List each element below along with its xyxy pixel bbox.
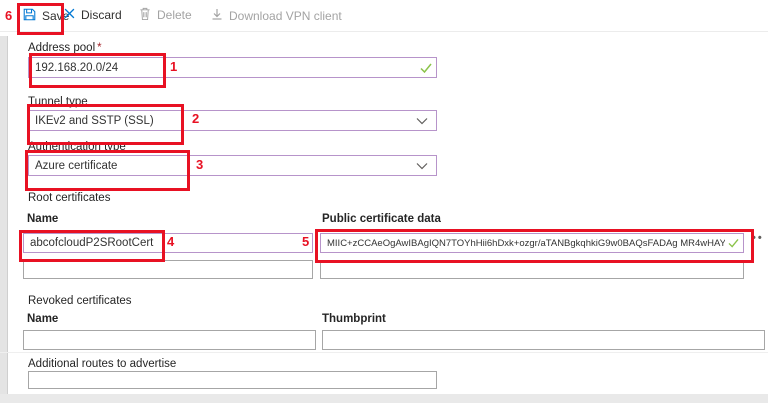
- root-cert-public-data-input-empty[interactable]: [320, 260, 744, 279]
- chevron-down-icon: [416, 162, 428, 170]
- address-pool-input[interactable]: [28, 57, 437, 78]
- revoked-cert-name-input[interactable]: [23, 330, 316, 350]
- revoked-cert-name-column-header: Name: [27, 313, 58, 325]
- save-icon: [23, 8, 36, 24]
- authentication-type-dropdown[interactable]: Azure certificate: [28, 155, 437, 176]
- section-divider: [0, 352, 768, 353]
- additional-routes-label: Additional routes to advertise: [28, 358, 176, 370]
- root-certificates-heading: Root certificates: [28, 192, 110, 204]
- tunnel-type-value: IKEv2 and SSTP (SSL): [35, 115, 154, 127]
- additional-routes-input[interactable]: [28, 371, 437, 389]
- tunnel-type-label: Tunnel type: [28, 96, 88, 108]
- annotation-number-3: 3: [196, 157, 203, 172]
- annotation-number-2: 2: [192, 111, 199, 126]
- valid-check-icon: [728, 239, 739, 248]
- download-vpn-client-button[interactable]: Download VPN client: [211, 8, 342, 23]
- annotation-number-5: 5: [302, 234, 309, 249]
- authentication-type-label: Authentication type: [28, 141, 126, 153]
- trash-icon: [139, 7, 151, 23]
- root-cert-public-data-input[interactable]: [320, 233, 744, 253]
- revoked-cert-thumbprint-column-header: Thumbprint: [322, 313, 386, 325]
- download-vpn-client-label: Download VPN client: [229, 9, 342, 23]
- left-pane-edge: [0, 36, 8, 403]
- chevron-down-icon: [416, 117, 428, 125]
- valid-check-icon: [420, 63, 432, 73]
- p2s-configuration-blade: 6 Save Discard Delete Download VPN clien…: [0, 0, 768, 403]
- download-icon: [211, 8, 223, 23]
- root-cert-name-column-header: Name: [27, 213, 58, 225]
- discard-x-icon: [64, 8, 75, 22]
- discard-button-label: Discard: [81, 8, 122, 22]
- discard-button[interactable]: Discard: [64, 8, 122, 22]
- revoked-cert-thumbprint-input[interactable]: [322, 330, 765, 350]
- revoked-certificates-heading: Revoked certificates: [28, 295, 132, 307]
- root-cert-name-input-empty[interactable]: [23, 260, 313, 279]
- annotation-number-1: 1: [170, 59, 177, 74]
- annotation-number-4: 4: [167, 234, 174, 249]
- authentication-type-value: Azure certificate: [35, 160, 117, 172]
- row-context-menu[interactable]: ••: [752, 232, 764, 244]
- delete-button[interactable]: Delete: [139, 7, 192, 23]
- bottom-strip: [0, 394, 768, 403]
- annotation-number-6: 6: [5, 8, 12, 23]
- required-asterisk: *: [97, 42, 101, 54]
- delete-button-label: Delete: [157, 8, 192, 22]
- save-button[interactable]: Save: [23, 8, 69, 24]
- address-pool-label: Address pool*: [28, 42, 102, 54]
- tunnel-type-dropdown[interactable]: IKEv2 and SSTP (SSL): [28, 110, 437, 131]
- toolbar-divider: [0, 31, 768, 32]
- root-cert-data-column-header: Public certificate data: [322, 213, 441, 225]
